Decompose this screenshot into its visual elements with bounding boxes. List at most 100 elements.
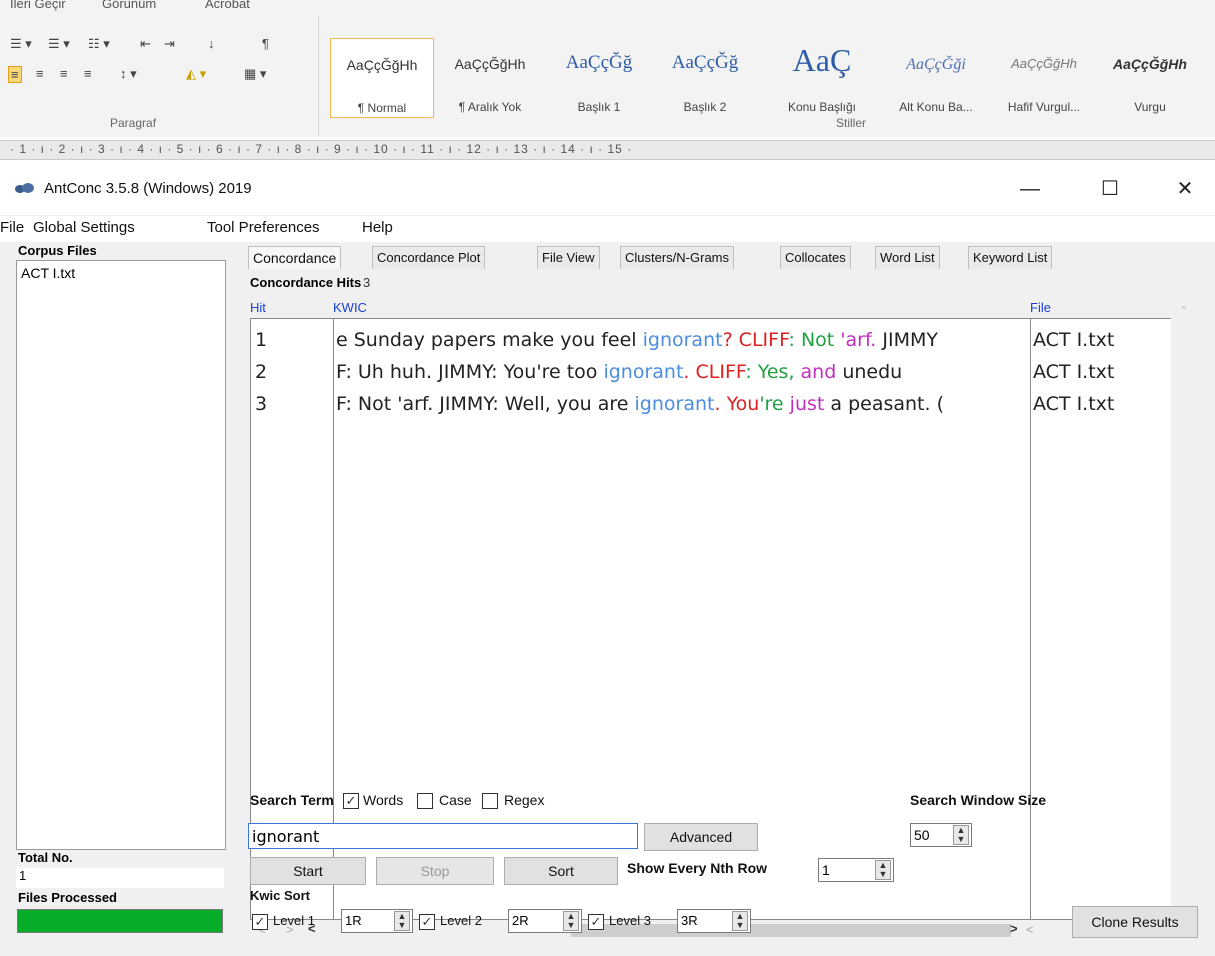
numbering-icon[interactable]: ☰ ▾ [48,36,70,52]
tab-file-view[interactable]: File View [537,246,600,269]
nth-row-spinner-icon[interactable]: ▲ ▼ [875,860,891,880]
window-size-spinner-icon[interactable]: ▲ ▼ [953,825,969,845]
decrease-indent-icon[interactable]: ⇤ [140,36,151,52]
style-sample: AaÇçĞğ [565,52,633,73]
style-normal[interactable]: AaÇçĞğHh ¶ Normal [330,38,434,118]
level-3-checkbox[interactable]: ✓ [588,914,604,930]
kwic-scroll-right-icon[interactable]: > [1010,921,1018,936]
align-center-icon[interactable]: ≡ [36,66,44,81]
tab-clusters[interactable]: Clusters/N-Grams [620,246,735,269]
level-2-field[interactable]: 2R ▲ ▼ [508,909,582,933]
case-checkbox[interactable] [417,793,433,809]
ribbon-tab-0[interactable]: İleri Geçir [10,0,66,11]
hit-number: 2 [255,361,268,383]
level-2-checkbox[interactable]: ✓ [419,914,435,930]
regex-checkbox[interactable] [482,793,498,809]
file-column-pane[interactable]: ACT I.txt ACT I.txt ACT I.txt [1030,318,1172,920]
style-subtitle[interactable]: AaÇçĞği Alt Konu Ba... [880,38,992,116]
bullets-icon[interactable]: ☰ ▾ [10,36,32,52]
level-1-checkbox[interactable]: ✓ [252,914,268,930]
style-name: Alt Konu Ba... [899,100,973,114]
paragraph-group: ☰ ▾ ☰ ▾ ☷ ▾ ⇤ ⇥ ↓ ¶ ≡ ≡ ≡ ≡ ↕ ▾ ◭ ▾ ▦ ▾ … [0,16,319,136]
column-header-kwic[interactable]: KWIC [333,300,367,315]
kwic-left-context: F: Uh huh. JIMMY: You're too [336,361,604,383]
justify-icon[interactable]: ≡ [84,66,92,81]
column-header-hit[interactable]: Hit [250,300,266,315]
close-button[interactable]: ✕ [1170,174,1200,204]
style-subtle-emphasis[interactable]: AaÇçĞğHh Hafif Vurgul... [992,38,1096,116]
stop-button[interactable]: Stop [376,857,494,885]
minimize-button[interactable]: — [1015,174,1045,204]
show-every-nth-row-label: Show Every Nth Row [627,860,768,876]
pilcrow-icon[interactable]: ¶ [262,36,269,51]
level-1-spinner-icon[interactable]: ▲ ▼ [394,911,410,931]
level-2-value: 2R [512,913,529,928]
line-spacing-icon[interactable]: ↕ ▾ [120,66,137,82]
kwic-right-context: a peasant. ( [824,393,944,415]
clone-results-button[interactable]: Clone Results [1072,906,1198,938]
start-button[interactable]: Start [250,857,366,885]
kwic-sort-level-3: 'arf. [834,329,877,351]
menu-help[interactable]: Help [362,219,393,236]
align-left-icon[interactable]: ≡ [8,66,22,83]
kwic-row[interactable]: F: Uh huh. JIMMY: You're too ignorant. C… [336,361,902,383]
level-2-spinner-icon[interactable]: ▲ ▼ [563,911,579,931]
shading-icon[interactable]: ◭ ▾ [186,66,206,82]
level-3-field[interactable]: 3R ▲ ▼ [677,909,751,933]
files-processed-label: Files Processed [18,890,117,905]
sort-icon[interactable]: ↓ [208,36,215,51]
style-sample: AaÇçĞğ [671,52,739,73]
kwic-row[interactable]: F: Not 'arf. JIMMY: Well, you are ignora… [336,393,944,415]
ruler: · 1 · ı · 2 · ı · 3 · ı · 4 · ı · 5 · ı … [0,140,1215,160]
maximize-button[interactable]: ☐ [1095,174,1125,204]
multilevel-list-icon[interactable]: ☷ ▾ [88,36,110,52]
kwic-row[interactable]: e Sunday papers make you feel ignorant? … [336,329,938,351]
style-heading-1[interactable]: AaÇçĞğ Başlık 1 [548,38,650,116]
nth-row-value: 1 [822,862,830,878]
file-scroll-left-icon[interactable]: < [1026,922,1034,937]
tab-concordance-plot[interactable]: Concordance Plot [372,246,486,269]
kwic-sort-level-3: just [783,393,825,415]
scroll-up-icon[interactable]: ⌃ [1179,304,1188,317]
tab-collocates[interactable]: Collocates [780,246,851,269]
column-header-file[interactable]: File [1030,300,1051,315]
ribbon-tab-2[interactable]: Acrobat [205,0,250,11]
style-emphasis[interactable]: AaÇçĞğHh Vurgu [1100,38,1200,116]
total-files-label: Total No. [18,850,73,865]
level-1-label: Level 1 [273,913,315,928]
level-1-value: 1R [345,913,362,928]
style-title[interactable]: AaÇ Konu Başlığı [770,38,874,116]
level-1-field[interactable]: 1R ▲ ▼ [341,909,413,933]
words-checkbox[interactable]: ✓ [343,793,359,809]
borders-icon[interactable]: ▦ ▾ [244,66,266,82]
tab-word-list[interactable]: Word List [875,246,940,269]
file-cell: ACT I.txt [1033,393,1115,415]
menu-file[interactable]: File [0,219,24,236]
tab-concordance[interactable]: Concordance [248,246,342,269]
increase-indent-icon[interactable]: ⇥ [164,36,175,52]
style-heading-2[interactable]: AaÇçĞğ Başlık 2 [654,38,756,116]
vertical-scrollbar[interactable]: ⌃ ⌄ [1171,300,1197,936]
style-sample: AaÇ [792,42,852,78]
antconc-window: AntConc 3.5.8 (Windows) 2019 — ☐ ✕ File … [0,160,1215,956]
style-sample: AaÇçĞğHh [1011,56,1077,71]
ribbon-tab-1[interactable]: Görünüm [102,0,156,11]
menu-tool-preferences[interactable]: Tool Preferences [207,219,320,236]
level-3-spinner-icon[interactable]: ▲ ▼ [732,911,748,931]
advanced-button[interactable]: Advanced [644,823,758,851]
search-term-input[interactable] [248,823,638,849]
align-right-icon[interactable]: ≡ [60,66,68,81]
concordance-hits-label: Concordance Hits [250,275,362,290]
corpus-file-list[interactable]: ACT I.txt [16,260,226,850]
paragraph-label: Paragraf [110,116,157,130]
hit-number: 1 [255,329,268,351]
ruler-scale: · 1 · ı · 2 · ı · 3 · ı · 4 · ı · 5 · ı … [10,142,633,156]
style-no-spacing[interactable]: AaÇçĞğHh ¶ Aralık Yok [438,38,542,116]
search-window-size-field[interactable]: 50 ▲ ▼ [910,823,972,847]
sort-button[interactable]: Sort [504,857,618,885]
style-name: Konu Başlığı [787,100,857,114]
nth-row-field[interactable]: 1 ▲ ▼ [818,858,894,882]
corpus-file-item[interactable]: ACT I.txt [21,265,75,281]
tab-keyword-list[interactable]: Keyword List [968,246,1053,269]
menu-global-settings[interactable]: Global Settings [33,219,135,236]
